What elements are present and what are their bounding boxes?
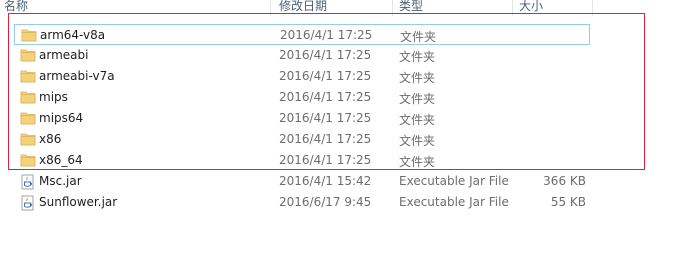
file-modified-date: 2016/4/1 17:25 (279, 48, 372, 62)
file-modified-date: 2016/4/1 17:25 (279, 153, 372, 167)
file-name: Msc.jar (39, 174, 82, 188)
column-divider[interactable] (392, 0, 393, 16)
file-type: 文件夹 (399, 155, 436, 169)
file-name: arm64-v8a (40, 28, 106, 42)
folder-icon (20, 132, 36, 146)
column-header-date[interactable]: 修改日期 (275, 0, 390, 14)
column-header-bar: 名称 修改日期 类型 大小 (0, 0, 677, 16)
column-header-type[interactable]: 类型 (395, 0, 510, 14)
file-row[interactable]: mips 2016/4/1 17:25 文件夹 (14, 87, 590, 108)
file-type: 文件夹 (399, 113, 436, 127)
file-row[interactable]: armeabi 2016/4/1 17:25 文件夹 (14, 45, 590, 66)
jar-file-icon (20, 174, 36, 190)
file-row[interactable]: mips64 2016/4/1 17:25 文件夹 (14, 108, 590, 129)
file-type: 文件夹 (399, 71, 436, 85)
file-size: 366 KB (543, 174, 586, 188)
folder-icon (20, 111, 36, 125)
file-modified-date: 2016/4/1 17:25 (279, 111, 372, 125)
file-modified-date: 2016/4/1 17:25 (279, 69, 372, 83)
file-type: 文件夹 (399, 134, 436, 148)
file-name: mips64 (39, 111, 84, 125)
file-name: mips (39, 90, 68, 104)
jar-file-icon (20, 195, 36, 211)
file-name: Sunflower.jar (39, 195, 118, 209)
folder-icon (20, 69, 36, 83)
file-modified-date: 2016/4/1 15:42 (279, 174, 372, 188)
folder-icon (20, 90, 36, 104)
file-name: x86_64 (39, 153, 83, 167)
column-divider[interactable] (512, 0, 513, 16)
column-divider[interactable] (592, 0, 593, 16)
column-header-size[interactable]: 大小 (515, 0, 592, 14)
file-name: armeabi-v7a (39, 69, 115, 83)
folder-icon (20, 153, 36, 167)
folder-icon (21, 28, 37, 42)
file-modified-date: 2016/6/17 9:45 (279, 195, 372, 209)
file-type: 文件夹 (400, 30, 437, 44)
column-header-name[interactable]: 名称 (0, 0, 270, 14)
file-row[interactable]: Msc.jar 2016/4/1 15:42 Executable Jar File… (14, 171, 590, 192)
file-type: Executable Jar File (399, 174, 509, 188)
file-row[interactable]: x86 2016/4/1 17:25 文件夹 (14, 129, 590, 150)
file-type: 文件夹 (399, 50, 436, 64)
file-row[interactable]: x86_64 2016/4/1 17:25 文件夹 (14, 150, 590, 171)
file-row[interactable]: Sunflower.jar 2016/6/17 9:45 Executable Ja… (14, 192, 590, 213)
file-name: x86 (39, 132, 62, 146)
file-modified-date: 2016/4/1 17:25 (279, 132, 372, 146)
folder-icon (20, 48, 36, 62)
file-type: 文件夹 (399, 92, 436, 106)
column-divider[interactable] (270, 0, 271, 16)
file-type: Executable Jar File (399, 195, 509, 209)
file-name: armeabi (39, 48, 89, 62)
file-row[interactable]: armeabi-v7a 2016/4/1 17:25 文件夹 (14, 66, 590, 87)
file-modified-date: 2016/4/1 17:25 (279, 90, 372, 104)
file-row[interactable]: arm64-v8a 2016/4/1 17:25 文件夹 (14, 24, 590, 45)
file-modified-date: 2016/4/1 17:25 (280, 28, 373, 42)
file-size: 55 KB (550, 195, 586, 209)
